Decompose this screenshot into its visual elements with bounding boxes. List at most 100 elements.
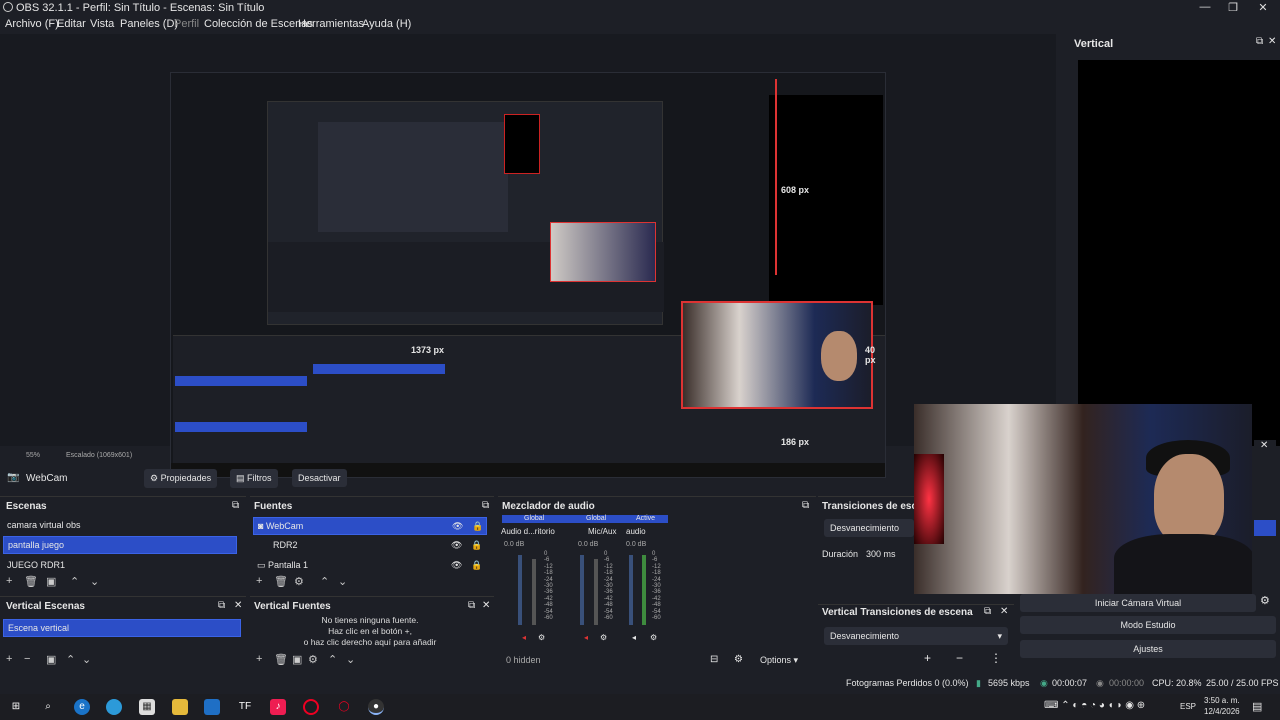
scene-item[interactable]: JUEGO RDR1	[3, 557, 237, 575]
menu-paneles[interactable]: Paneles (D)	[120, 18, 178, 30]
lock-icon[interactable]: 🔒	[472, 521, 483, 532]
close-icon[interactable]: ✕	[1268, 36, 1276, 47]
properties-button[interactable]: ⚙ Propiedades	[144, 469, 218, 488]
maximize-button[interactable]: ❐	[1226, 1, 1240, 14]
mixer-tab-global[interactable]: Global	[524, 515, 544, 522]
mute-icon[interactable]: ◂	[584, 633, 588, 642]
settings-icon[interactable]: ⚙	[734, 654, 743, 665]
close-icon[interactable]: ✕	[234, 600, 242, 611]
dock-float-icon[interactable]: ⧉	[802, 500, 809, 511]
obs-taskbar-icon[interactable]: ●	[368, 699, 384, 715]
scene-item-selected[interactable]: pantalla juego	[3, 536, 237, 554]
trash-icon[interactable]: 🗑	[274, 575, 288, 588]
vscene-item[interactable]: Escena vertical	[3, 619, 241, 637]
trash-icon[interactable]: 🗑	[24, 575, 38, 588]
calendar-icon[interactable]: ▦	[139, 699, 155, 715]
mixer-tab-active[interactable]: Active	[636, 515, 655, 522]
volume-slider[interactable]	[518, 555, 522, 625]
filter-icon[interactable]: ▣	[292, 653, 302, 666]
windows-start-icon[interactable]: ⊞	[8, 699, 24, 715]
dock-float-icon[interactable]: ⧉	[984, 606, 991, 617]
copilot-icon[interactable]	[106, 699, 122, 715]
speaker-icon[interactable]: ◂	[632, 633, 636, 642]
menu-editar[interactable]: Editar	[57, 18, 86, 30]
scale-mode[interactable]: Escalado (1069x601)	[66, 452, 132, 459]
vertical-canvas[interactable]	[1078, 60, 1280, 446]
studio-mode-button[interactable]: Modo Estudio	[1020, 616, 1276, 634]
menu-perfil[interactable]: Perfil	[174, 18, 199, 30]
dock-float-icon[interactable]: ⧉	[218, 600, 225, 611]
minimize-button[interactable]: —	[1198, 1, 1212, 13]
filters-button[interactable]: ▤ Filtros	[230, 469, 278, 488]
lock-icon[interactable]: 🔒	[471, 540, 482, 551]
gear-icon[interactable]: ⚙	[600, 633, 607, 642]
main-preview[interactable]: 608 px 1373 px 40 px 186 px	[0, 34, 1056, 478]
mute-icon[interactable]: ◂	[522, 633, 526, 642]
up-icon[interactable]: ⌃	[70, 575, 79, 588]
clock-date[interactable]: 12/4/2026	[1204, 707, 1240, 716]
input-language[interactable]: ESP	[1180, 702, 1196, 711]
source-item-pantalla[interactable]: ▭ Pantalla 1 👁 🔒	[253, 557, 487, 575]
filter-icon[interactable]: ▣	[46, 575, 56, 588]
webcam-source-selection[interactable]	[681, 301, 873, 409]
add-icon[interactable]: +	[6, 575, 12, 587]
notification-icon[interactable]: ▤	[1252, 700, 1262, 713]
tray-icons[interactable]: ⌨ ⌃ ◐ ◓ ◔ ◕ ◖ ◗ ◉ ⊕	[1044, 700, 1145, 711]
add-icon[interactable]: +	[256, 653, 262, 665]
clock-time[interactable]: 3:50 a. m.	[1204, 696, 1240, 705]
store-icon[interactable]	[204, 699, 220, 715]
virtual-camera-button[interactable]: Iniciar Cámara Virtual	[1020, 594, 1256, 612]
opera-icon[interactable]	[303, 699, 319, 715]
mixer-tab-global2[interactable]: Global	[586, 515, 606, 522]
close-button[interactable]: ✕	[1256, 1, 1270, 14]
float-icon[interactable]: ⧉	[1256, 36, 1263, 47]
close-icon[interactable]: ✕	[482, 600, 490, 611]
add-icon[interactable]: +	[256, 575, 262, 587]
gear-icon[interactable]: ⚙	[308, 653, 318, 666]
gear-icon[interactable]: ⚙	[1260, 594, 1270, 607]
gear-icon[interactable]: ⚙	[538, 633, 545, 642]
up-icon[interactable]: ⌃	[328, 653, 337, 666]
down-icon[interactable]: ⌄	[346, 653, 355, 666]
settings-button[interactable]: Ajustes	[1020, 640, 1276, 658]
down-icon[interactable]: ⌄	[338, 575, 347, 588]
edge-icon[interactable]: e	[74, 699, 90, 715]
close-icon[interactable]: ✕	[1260, 440, 1268, 451]
dock-float-icon[interactable]: ⧉	[482, 500, 489, 511]
preview-canvas[interactable]: 608 px 1373 px 40 px 186 px	[170, 72, 886, 478]
up-icon[interactable]: ⌃	[320, 575, 329, 588]
search-icon[interactable]: ⌕	[40, 699, 56, 715]
dock-float-icon[interactable]: ⧉	[232, 500, 239, 511]
minus-icon[interactable]: −	[956, 651, 963, 665]
tf-icon[interactable]: TF	[237, 699, 253, 715]
close-icon[interactable]: ✕	[1000, 606, 1008, 617]
tiktok-icon[interactable]: ♪	[270, 699, 286, 715]
opera-gx-icon[interactable]: ◯	[336, 699, 352, 715]
transition-select[interactable]: Desvanecimiento	[824, 519, 914, 537]
deactivate-button[interactable]: Desactivar	[292, 469, 347, 487]
folder-icon[interactable]	[172, 699, 188, 715]
duration-input[interactable]: 300 ms	[866, 549, 896, 559]
eye-icon[interactable]: 👁	[452, 521, 463, 532]
trash-icon[interactable]: 🗑	[274, 653, 288, 666]
lock-icon[interactable]: 🔒	[471, 560, 482, 571]
layout-icon[interactable]: ⊟	[710, 654, 718, 665]
options-button[interactable]: Options ▾	[760, 655, 798, 666]
volume-slider[interactable]	[580, 555, 584, 625]
up-icon[interactable]: ⌃	[66, 653, 75, 666]
source-item-rdr2[interactable]: RDR2 👁 🔒	[253, 537, 487, 555]
gear-icon[interactable]: ⚙	[294, 575, 304, 588]
menu-herramientas[interactable]: Herramientas	[298, 18, 364, 30]
minus-icon[interactable]: −	[24, 653, 30, 665]
eye-icon[interactable]: 👁	[451, 560, 462, 571]
menu-ayuda[interactable]: Ayuda (H)	[362, 18, 411, 30]
eye-icon[interactable]: 👁	[451, 540, 462, 551]
dock-float-icon[interactable]: ⧉	[468, 600, 475, 611]
vtransition-select[interactable]: Desvanecimiento ▾	[824, 627, 1008, 645]
down-icon[interactable]: ⌄	[82, 653, 91, 666]
gear-icon[interactable]: ⚙	[650, 633, 657, 642]
more-icon[interactable]: ⋮	[990, 651, 1002, 665]
scene-item[interactable]: camara virtual obs	[3, 517, 237, 535]
add-icon[interactable]: +	[6, 653, 12, 665]
source-item-webcam[interactable]: ◙ WebCam 👁 🔒	[253, 517, 487, 535]
